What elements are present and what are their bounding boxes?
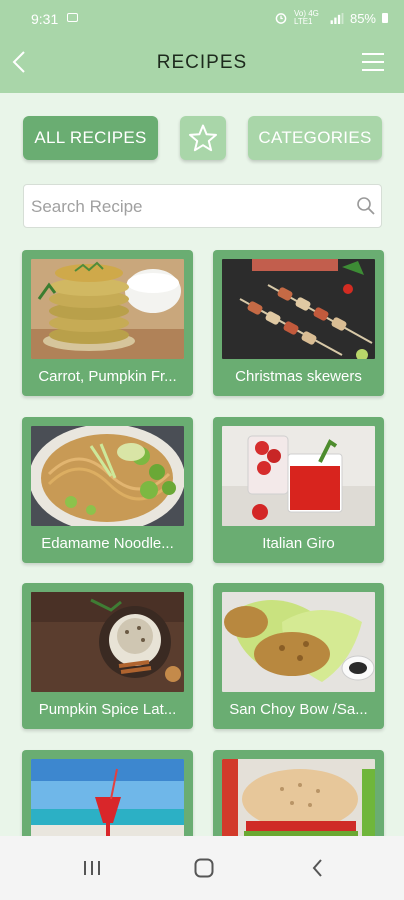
search-box[interactable]: [23, 184, 382, 229]
recipe-card[interactable]: Edamame Noodle...: [22, 417, 193, 563]
battery-percent: 85%: [349, 10, 376, 26]
status-time: 9:31: [31, 11, 59, 27]
recipe-card[interactable]: Christmas skewers: [213, 250, 384, 396]
network-label: Vo) 4G LTE1: [293, 9, 319, 26]
recipe-name: Carrot, Pumpkin Fr...: [38, 368, 177, 385]
recipe-name: Pumpkin Spice Lat...: [38, 701, 177, 718]
recipe-name: San Choy Bow /Sa...: [229, 701, 368, 718]
alarm-icon: [275, 12, 287, 24]
recipe-name: Edamame Noodle...: [41, 535, 174, 552]
menu-icon[interactable]: [362, 53, 384, 71]
search-input[interactable]: [29, 185, 353, 229]
recipe-card[interactable]: Carrot, Pumpkin Fr...: [22, 250, 193, 396]
status-bar: 9:31 Vo) 4G LTE1 85%: [0, 0, 404, 36]
recipe-card[interactable]: Pumpkin Spice Lat...: [22, 583, 193, 729]
signal-icon: [330, 12, 344, 24]
system-nav-bar: [0, 836, 404, 900]
all-recipes-button[interactable]: ALL RECIPES: [23, 116, 158, 160]
battery-icon: [382, 13, 388, 23]
status-indicators: Vo) 4G LTE1 85%: [274, 10, 388, 26]
back-icon[interactable]: [306, 856, 330, 880]
recipe-name: Italian Giro: [262, 535, 335, 552]
recipe-card[interactable]: San Choy Bow /Sa...: [213, 583, 384, 729]
recipe-card[interactable]: Italian Giro: [213, 417, 384, 563]
gallery-notification-icon: [67, 13, 78, 22]
star-icon: [189, 124, 217, 152]
search-icon[interactable]: [356, 196, 376, 216]
recent-apps-icon[interactable]: [80, 856, 104, 880]
recipe-photo: [222, 426, 375, 526]
recipe-photo: [222, 592, 375, 692]
recipe-photo: [222, 259, 375, 359]
recipe-name: Christmas skewers: [235, 368, 362, 385]
recipe-photo: [31, 259, 184, 359]
home-icon[interactable]: [192, 856, 216, 880]
page-title: RECIPES: [156, 52, 248, 73]
recipe-photo: [31, 592, 184, 692]
favorites-button[interactable]: [180, 116, 226, 160]
categories-button[interactable]: CATEGORIES: [248, 116, 382, 160]
recipe-photo: [31, 426, 184, 526]
